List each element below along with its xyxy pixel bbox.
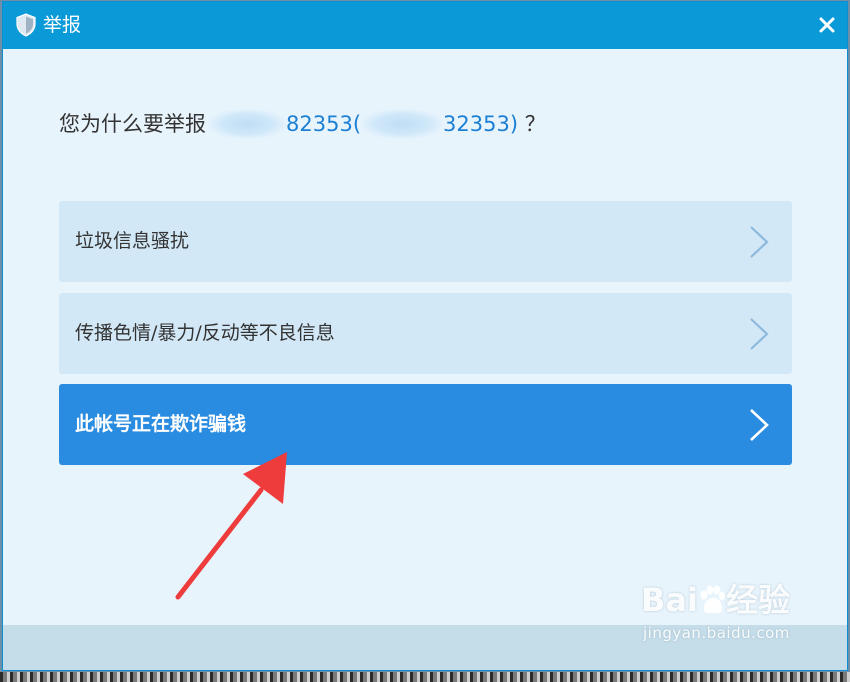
blurred-account-id — [361, 109, 444, 139]
close-icon[interactable] — [815, 13, 839, 37]
report-option-spam[interactable]: 垃圾信息骚扰 — [59, 201, 792, 282]
red-arrow-annotation — [175, 452, 287, 600]
report-dialog: 举报 您为什么要举报 82353(32353) ？ 垃圾信息骚扰 传播色情/暴力/… — [2, 1, 848, 671]
chevron-right-icon — [750, 318, 769, 350]
chevron-right-icon — [750, 226, 769, 258]
dialog-titlebar: 举报 — [3, 2, 847, 49]
watermark-brand: Bai 经验 — [641, 580, 790, 620]
report-option-harmful-content[interactable]: 传播色情/暴力/反动等不良信息 — [59, 293, 792, 374]
report-question: 您为什么要举报 82353(32353) ？ — [59, 109, 546, 139]
account-id-link[interactable]: 32353) — [443, 112, 518, 136]
paw-icon — [700, 585, 726, 614]
watermark-url: jingyan.baidu.com — [643, 624, 790, 642]
watermark-brand-left: Bai — [641, 581, 698, 619]
blurred-account-name — [208, 109, 286, 139]
account-name-link[interactable]: 82353 — [286, 112, 353, 136]
account-id-open-paren: ( — [352, 112, 362, 136]
option-label: 传播色情/暴力/反动等不良信息 — [75, 322, 335, 344]
background-taskbar-strip — [0, 672, 850, 682]
question-suffix: ？ — [518, 112, 546, 136]
dialog-title: 举报 — [43, 14, 82, 36]
option-label: 垃圾信息骚扰 — [75, 230, 190, 252]
shield-icon — [16, 13, 36, 37]
question-prefix: 您为什么要举报 — [59, 112, 206, 136]
baidu-jingyan-watermark: Bai 经验 jingyan.baidu.com — [641, 580, 801, 652]
chevron-right-icon — [750, 409, 769, 441]
watermark-brand-right: 经验 — [725, 581, 790, 619]
